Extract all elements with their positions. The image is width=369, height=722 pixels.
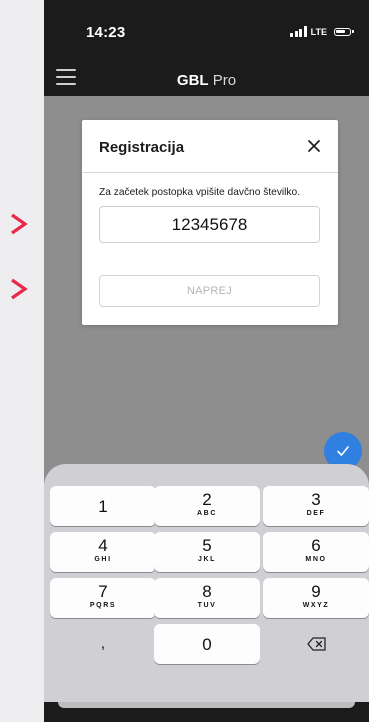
numeric-keyboard: 1 2 ABC 3 DEF 4 GHI 5 JKL 6 MNO 7 PQRS 8: [44, 464, 369, 722]
key-3[interactable]: 3 DEF: [263, 486, 369, 526]
key-2[interactable]: 2 ABC: [154, 486, 260, 526]
backspace-icon: [307, 636, 327, 652]
chevron-right-icon: [8, 276, 30, 302]
close-icon[interactable]: [306, 138, 322, 154]
key-digit: 9: [311, 582, 321, 601]
key-4[interactable]: 4 GHI: [50, 532, 156, 572]
status-bar: 14:23 LTE: [44, 0, 369, 60]
status-indicators: LTE: [290, 26, 354, 37]
key-5[interactable]: 5 JKL: [154, 532, 260, 572]
key-digit: 7: [98, 582, 108, 601]
dialog-divider: [82, 172, 338, 173]
key-8[interactable]: 8 TUV: [154, 578, 260, 618]
key-digit: 8: [202, 582, 212, 601]
key-letters: TUV: [197, 602, 217, 609]
key-backspace[interactable]: [263, 624, 369, 664]
key-7[interactable]: 7 PQRS: [50, 578, 156, 618]
key-letters: GHI: [94, 556, 112, 563]
battery-icon: [334, 27, 354, 36]
key-letters: DEF: [306, 510, 326, 517]
key-digit: 1: [98, 497, 108, 516]
phone-screen: 14:23 LTE GBL Pro Registracija Za začete…: [44, 0, 369, 722]
key-9[interactable]: 9 WXYZ: [263, 578, 369, 618]
key-letters: ABC: [197, 510, 217, 517]
key-digit: 0: [202, 635, 212, 654]
key-letters: PQRS: [89, 602, 117, 609]
registration-dialog: Registracija Za začetek postopka vpišite…: [82, 120, 338, 325]
app-title-bold: GBL: [176, 72, 209, 89]
chevron-right-icon: [8, 211, 30, 237]
key-letters: MNO: [305, 556, 327, 563]
checkmark-icon: [337, 446, 349, 456]
key-6[interactable]: 6 MNO: [263, 532, 369, 572]
home-indicator-bar: [44, 702, 369, 722]
app-title: GBL Pro: [44, 72, 369, 89]
key-digit: 5: [202, 536, 212, 555]
key-1[interactable]: 1: [50, 486, 156, 526]
key-digit: 4: [98, 536, 108, 555]
next-button[interactable]: NAPREJ: [99, 275, 320, 307]
dialog-title: Registracija: [99, 139, 185, 156]
status-time: 14:23: [86, 24, 126, 41]
key-digit: 6: [311, 536, 321, 555]
tax-number-input[interactable]: [99, 206, 320, 243]
key-digit: 2: [202, 490, 212, 509]
key-comma[interactable]: ,: [50, 624, 156, 664]
app-title-rest: Pro: [208, 72, 237, 89]
key-digit: ,: [100, 635, 106, 652]
signal-icon: [290, 26, 307, 37]
network-type: LTE: [310, 26, 327, 37]
key-letters: WXYZ: [302, 602, 330, 609]
key-letters: JKL: [197, 556, 217, 563]
key-digit: 3: [311, 490, 321, 509]
app-header: GBL Pro: [44, 60, 369, 96]
dialog-instruction: Za začetek postopka vpišite davčno števi…: [99, 187, 301, 198]
key-0[interactable]: 0: [154, 624, 260, 664]
